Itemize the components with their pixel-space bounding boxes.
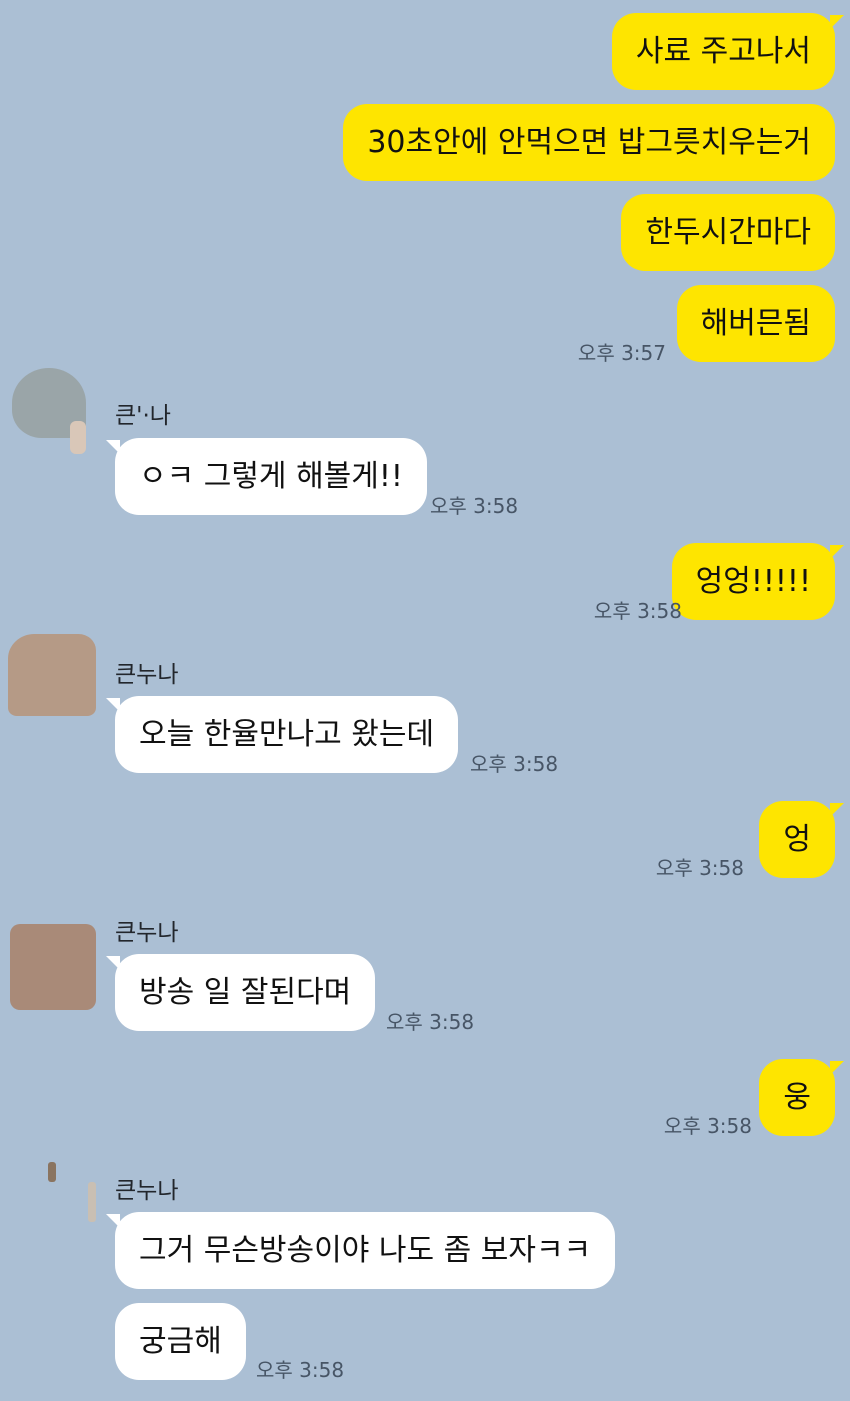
my-message-bubble[interactable]: 엉 (759, 801, 835, 878)
their-message-bubble[interactable]: 오늘 한율만나고 왔는데 (115, 696, 459, 773)
bubble-tail (830, 803, 844, 817)
their-message-bubble[interactable]: ㅇㅋ 그렇게 해볼게!! (115, 438, 427, 515)
my-message-bubble[interactable]: 한두시간마다 (621, 194, 835, 271)
my-message-bubble[interactable]: 사료 주고나서 (611, 13, 835, 90)
bubble-tail (106, 956, 120, 970)
chat-room: 사료 주고나서 30초안에 안먹으면 밥그릇치우는거 한두시간마다 해버믄됨 오… (0, 0, 850, 1401)
bubble-tail (106, 1214, 120, 1228)
bubble-tail (830, 1061, 844, 1075)
message-time: 오후 3:58 (655, 856, 744, 880)
my-message-bubble[interactable]: 해버믄됨 (676, 285, 835, 362)
bubble-tail (106, 698, 120, 712)
sender-name: 큰누나 (115, 920, 179, 946)
my-message-bubble[interactable]: 30초안에 안먹으면 밥그릇치우는거 (343, 104, 835, 181)
my-message-bubble[interactable]: 엉엉!!!!! (671, 543, 835, 620)
sender-name: 큰누나 (115, 662, 179, 688)
avatar[interactable] (8, 628, 96, 716)
message-time: 오후 3:58 (470, 752, 559, 776)
bubble-tail (830, 545, 844, 559)
bubble-tail (830, 15, 844, 29)
their-message-bubble[interactable]: 방송 일 잘된다며 (115, 954, 376, 1031)
message-time: 오후 3:58 (386, 1010, 475, 1034)
message-time: 오후 3:58 (593, 599, 682, 623)
their-message-bubble[interactable]: 그거 무슨방송이야 나도 좀 보자ㅋㅋ (115, 1212, 616, 1289)
sender-name: 큰누나 (115, 1178, 179, 1204)
avatar[interactable] (8, 1160, 96, 1248)
their-message-bubble[interactable]: 궁금해 (115, 1303, 246, 1380)
avatar[interactable] (8, 366, 96, 454)
bubble-tail (106, 440, 120, 454)
avatar[interactable] (8, 922, 96, 1010)
message-time: 오후 3:58 (663, 1114, 752, 1138)
message-time: 오후 3:58 (256, 1358, 345, 1382)
message-time: 오후 3:58 (430, 494, 519, 518)
my-message-bubble[interactable]: 웅 (759, 1059, 835, 1136)
sender-name: 큰'·나 (115, 403, 171, 429)
message-time: 오후 3:57 (577, 341, 666, 365)
